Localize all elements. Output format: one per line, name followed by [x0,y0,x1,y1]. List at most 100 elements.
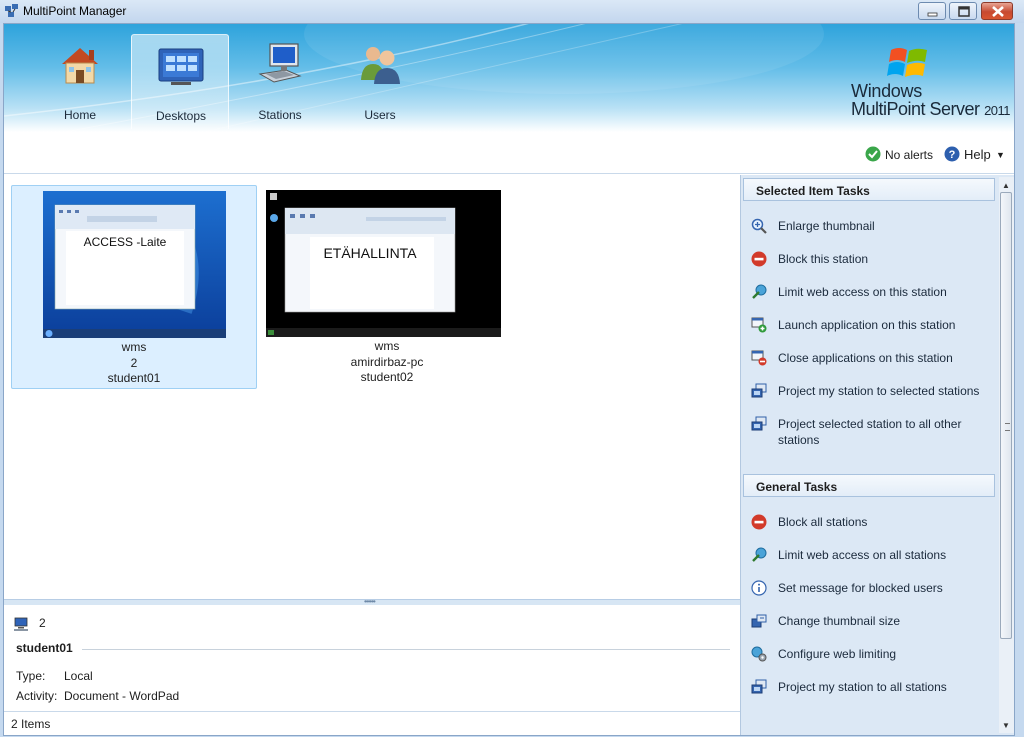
task-label: Project my station to all stations [778,680,947,694]
station-thumbnail[interactable]: ACCESS -Laite [43,191,226,338]
help-label: Help [964,147,991,162]
gear-globe-icon [751,646,767,662]
desktop-screenshot-thumbnail: ACCESS -Laite [43,191,226,338]
app-window: MultiPoint Manager Home Desktops Station… [0,0,1024,749]
activity-label: Activity: [16,689,58,703]
close-app-icon [751,350,767,366]
tab-home-label: Home [63,108,96,122]
station-user: student02 [360,370,414,384]
station-server: wms [374,339,400,353]
close-button[interactable] [981,2,1013,20]
type-label: Type: [16,669,46,683]
block-icon [751,251,767,267]
maximize-button[interactable] [949,2,977,20]
tab-users[interactable]: Users [331,34,429,129]
station-server: wms [121,340,147,354]
station-meta: wms 2 student01 [12,340,256,387]
task-label: Project my station to selected stations [778,384,980,398]
tab-home[interactable]: Home [31,34,129,129]
tab-desktops-label: Desktops [155,109,207,123]
task-label: Limit web access on this station [778,285,947,299]
help-icon: ? [944,146,960,162]
web-limit-icon [752,284,767,299]
status-bar: 2 Items [4,711,740,735]
desktops-view: ACCESS -Laite wms 2 student01 ETÄHALLINT… [4,175,740,599]
thumbnail-size-icon [751,614,767,628]
station-meta: wms amirdirbaz-pc student02 [264,339,510,386]
station-id: amirdirbaz-pc [350,354,424,369]
title-bar[interactable]: MultiPoint Manager [0,0,1024,23]
users-icon [361,47,400,84]
magnifier-icon [751,218,767,234]
station-tile[interactable]: ETÄHALLINTA wms amirdirbaz-pc student02 [264,185,510,389]
info-icon [751,580,767,596]
type-value: Local [64,669,93,683]
task-label: Close applications on this station [778,351,953,365]
web-limit-icon [752,547,767,562]
details-panel: 2 student01 Type: Local Activity: Docume… [4,605,740,711]
task-label: Set message for blocked users [778,581,943,595]
minimize-button[interactable] [918,2,946,20]
svg-text:?: ? [949,149,956,161]
brand-product: MultiPoint Server 2011 [851,99,1011,120]
project-all-icon [751,416,767,431]
client-area: Home Desktops Stations Users Windows Mul… [3,23,1015,736]
station-icon [258,43,302,83]
close-icon [992,6,1004,17]
station-id: 2 [130,355,138,370]
tab-desktops[interactable]: Desktops [131,34,229,129]
launch-app-icon [751,317,767,333]
scroll-up-arrow-icon[interactable]: ▲ [1002,181,1010,190]
details-divider [82,649,730,650]
scrollbar-thumb[interactable] [1000,192,1012,639]
task-label: Enlarge thumbnail [778,219,875,233]
brand-product-name: MultiPoint Server [851,99,980,119]
windows-flag-icon [887,48,927,77]
alerts-label: No alerts [885,148,934,162]
window-title: MultiPoint Manager [23,4,127,18]
desktop-background-strip [0,737,1024,749]
task-label: Change thumbnail size [778,614,901,628]
task-label: Launch application on this station [778,318,956,332]
task-label: Configure web limiting [778,647,897,661]
items-count: 2 Items [11,717,51,731]
project-icon [751,383,767,398]
station-tile[interactable]: ACCESS -Laite wms 2 student01 [11,185,257,389]
task-label: Block all stations [778,515,868,529]
task-label: Block this station [778,252,869,266]
thumbnail-screen-text: ETÄHALLINTA [323,245,417,261]
station-user: student01 [107,371,161,385]
chevron-down-icon: ▼ [996,150,1005,160]
multipoint-app-icon [5,4,18,17]
ribbon: Home Desktops Stations Users Windows Mul… [4,24,1014,132]
station-thumbnail[interactable]: ETÄHALLINTA [266,190,501,337]
task-label: Project selected station to all other st… [778,417,962,447]
tab-users-label: Users [364,108,396,122]
selected-item-tasks-header: Selected Item Tasks [743,178,995,201]
desktop-screenshot-thumbnail: ETÄHALLINTA [266,190,501,337]
station-number: 2 [39,616,46,630]
general-tasks-header: General Tasks [743,474,995,497]
task-pane-scrollbar[interactable]: ▲ ▼ [999,177,1014,733]
activity-value: Document - WordPad [64,689,180,703]
tab-stations-label: Stations [258,108,302,122]
check-ok-icon [865,146,881,162]
restore-icon [958,6,970,17]
scroll-down-arrow-icon[interactable]: ▼ [1002,721,1010,730]
brand-year: 2011 [984,103,1011,118]
task-pane: Selected Item Tasks Enlarge thumbnail Bl… [740,175,1014,735]
minimize-icon [927,12,938,17]
details-user-name: student01 [16,641,73,655]
desktops-icon [158,48,204,85]
scroll-grip-icon [1005,423,1010,431]
house-icon [62,48,98,84]
windows-multipoint-logo: Windows MultiPoint Server 2011 [849,46,1014,122]
task-label: Limit web access on all stations [778,548,947,562]
status-toolbar: No alerts ? Help ▼ [4,132,1014,174]
thumbnail-screen-text: ACCESS -Laite [84,235,167,249]
project-icon [751,679,767,694]
tab-stations[interactable]: Stations [231,34,329,129]
splitter-grip-icon: •••••• [364,597,376,606]
help-menu-button[interactable]: ? Help ▼ [944,146,1005,164]
block-icon [751,514,767,530]
